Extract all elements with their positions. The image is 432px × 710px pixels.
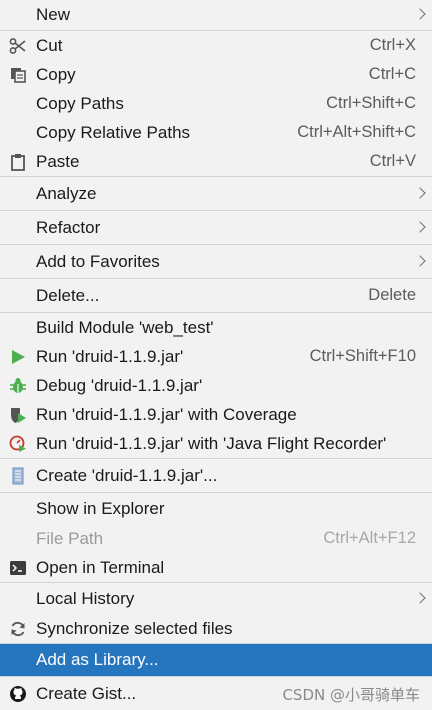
menu-item-debug-label: Debug 'druid-1.1.9.jar' — [36, 375, 203, 395]
menu-item-run-coverage-label: Run 'druid-1.1.9.jar' with Coverage — [36, 404, 297, 424]
menu-item-paste[interactable]: Paste Ctrl+V — [0, 147, 432, 176]
menu-item-run-jfr-label: Run 'druid-1.1.9.jar' with 'Java Flight … — [36, 433, 387, 453]
menu-item-run-jfr[interactable]: Run 'druid-1.1.9.jar' with 'Java Flight … — [0, 429, 432, 458]
menu-item-local-history-label: Local History — [36, 588, 135, 608]
menu-item-copy-paths[interactable]: Copy Paths Ctrl+Shift+C — [0, 89, 432, 118]
shortcut-label: Ctrl+V — [369, 152, 416, 170]
menu-item-run-label: Run 'druid-1.1.9.jar' — [36, 346, 184, 366]
menu-item-new-label: New — [36, 5, 71, 24]
menu-item-delete[interactable]: Delete... Delete — [0, 279, 432, 312]
menu-item-refactor-label: Refactor — [36, 217, 101, 237]
chevron-right-icon — [414, 186, 426, 199]
menu-item-add-to-favorites[interactable]: Add to Favorites — [0, 245, 432, 278]
menu-item-file-path: File Path Ctrl+Alt+F12 — [0, 524, 432, 553]
menu-item-cut-label: Cut — [36, 35, 63, 55]
shortcut-label: Ctrl+Alt+F12 — [323, 529, 416, 547]
menu-item-add-to-favorites-label: Add to Favorites — [36, 251, 160, 271]
chevron-right-icon — [414, 220, 426, 233]
shortcut-label: Delete — [368, 286, 416, 304]
menu-item-build-module[interactable]: Build Module 'web_test' — [0, 313, 432, 342]
sync-icon — [8, 619, 28, 639]
chevron-right-icon — [414, 254, 426, 267]
scissors-icon — [8, 36, 28, 56]
menu-item-synchronize-label: Synchronize selected files — [36, 618, 233, 638]
menu-item-copy-paths-label: Copy Paths — [36, 93, 124, 113]
run-config-icon — [8, 466, 28, 486]
menu-item-analyze[interactable]: Analyze — [0, 177, 432, 210]
menu-item-open-in-terminal[interactable]: Open in Terminal — [0, 553, 432, 582]
watermark: CSDN @小哥骑单车 — [282, 686, 420, 704]
shortcut-label: Ctrl+Shift+F10 — [309, 347, 416, 365]
menu-item-add-as-library-label: Add as Library... — [36, 650, 159, 669]
menu-item-show-in-explorer-label: Show in Explorer — [36, 498, 165, 518]
shortcut-label: Ctrl+Alt+Shift+C — [297, 123, 416, 141]
terminal-icon — [8, 558, 28, 578]
menu-item-debug[interactable]: Debug 'druid-1.1.9.jar' — [0, 371, 432, 400]
menu-item-copy-relative-paths-label: Copy Relative Paths — [36, 122, 191, 142]
clipboard-icon — [8, 152, 28, 172]
menu-item-synchronize[interactable]: Synchronize selected files — [0, 614, 432, 643]
bug-icon — [8, 376, 28, 396]
menu-item-paste-label: Paste — [36, 151, 80, 171]
github-icon — [8, 684, 28, 704]
menu-item-run[interactable]: Run 'druid-1.1.9.jar' Ctrl+Shift+F10 — [0, 342, 432, 371]
shortcut-label: Ctrl+Shift+C — [326, 94, 416, 112]
menu-item-open-in-terminal-label: Open in Terminal — [36, 557, 165, 577]
menu-item-create[interactable]: Create 'druid-1.1.9.jar'... — [0, 459, 432, 492]
menu-item-create-label: Create 'druid-1.1.9.jar'... — [36, 465, 218, 485]
menu-item-copy-relative-paths[interactable]: Copy Relative Paths Ctrl+Alt+Shift+C — [0, 118, 432, 147]
chevron-right-icon — [414, 8, 426, 20]
shortcut-label: Ctrl+X — [369, 36, 416, 54]
menu-item-add-as-library[interactable]: Add as Library... — [0, 644, 432, 676]
menu-item-cut[interactable]: Cut Ctrl+X — [0, 31, 432, 60]
menu-item-delete-label: Delete... — [36, 285, 100, 305]
coverage-shield-icon — [8, 405, 28, 425]
shortcut-label: Ctrl+C — [368, 65, 416, 83]
copy-icon — [8, 65, 28, 85]
menu-item-copy-label: Copy — [36, 64, 76, 84]
menu-item-build-module-label: Build Module 'web_test' — [36, 317, 214, 337]
menu-item-file-path-label: File Path — [36, 528, 104, 548]
chevron-right-icon — [414, 591, 426, 604]
menu-item-run-coverage[interactable]: Run 'druid-1.1.9.jar' with Coverage — [0, 400, 432, 429]
run-triangle-icon — [8, 347, 28, 367]
menu-item-analyze-label: Analyze — [36, 183, 97, 203]
flight-recorder-icon — [8, 434, 28, 454]
menu-item-show-in-explorer[interactable]: Show in Explorer — [0, 493, 432, 524]
context-menu: New Cut Ctrl+X Copy Ctrl+C Copy Paths Ct… — [0, 0, 432, 710]
menu-item-new[interactable]: New — [0, 0, 432, 30]
menu-item-refactor[interactable]: Refactor — [0, 211, 432, 244]
menu-item-copy[interactable]: Copy Ctrl+C — [0, 60, 432, 89]
menu-item-local-history[interactable]: Local History — [0, 583, 432, 614]
